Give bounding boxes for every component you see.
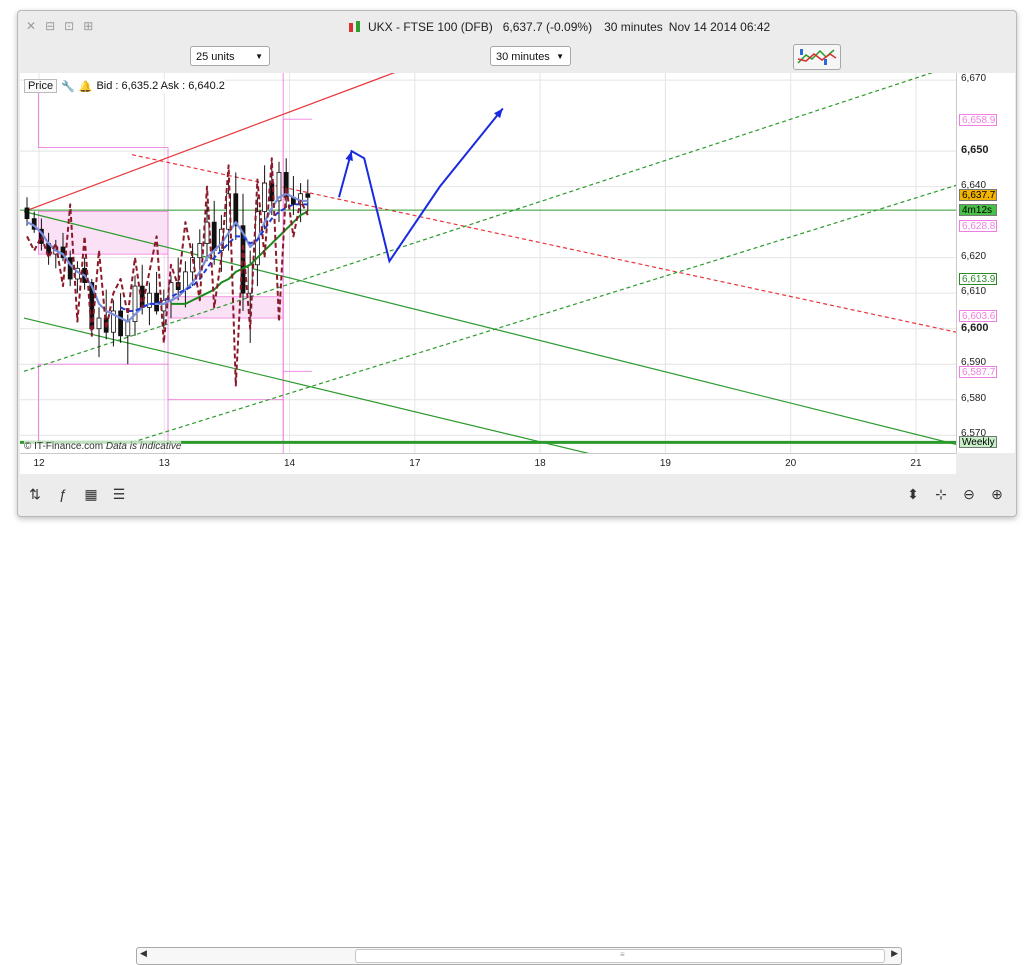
x-tick-label: 17 (409, 458, 421, 469)
chevron-down-icon: ▼ (556, 52, 564, 61)
candle-body (96, 317, 102, 330)
envelope-lower (37, 363, 312, 443)
time-scrollbar[interactable]: ◀ ≡ ▶ (136, 947, 902, 965)
zoom-fit-icon[interactable]: ⊹ (932, 485, 950, 503)
candle-body (197, 243, 203, 259)
bell-icon[interactable]: 🔔 (79, 80, 93, 93)
chevron-down-icon: ▼ (255, 52, 263, 61)
y-tick-label: 6,620 (961, 250, 987, 262)
units-select-value: 25 units (196, 51, 235, 63)
interval-select-value: 30 minutes (496, 51, 550, 63)
price-label[interactable]: Price (24, 79, 58, 93)
autoscale-icon[interactable]: ⬍ (904, 485, 922, 503)
y-tick-label: 6,650 (961, 144, 989, 157)
price-tag: 6,628.8 (959, 220, 997, 233)
y-tick-label: 6,610 (961, 286, 987, 298)
wrench-icon[interactable]: 🔧 (61, 80, 75, 93)
instrument-name: UKX - FTSE 100 (DFB) (368, 20, 493, 34)
detach-icon[interactable]: ⊞ (83, 19, 93, 33)
title-bar: ✕ ⊟ ⊡ ⊞ UKX - FTSE 100 (DFB) 6,637.7 (-0… (18, 11, 1016, 43)
chart-type-icon (797, 49, 837, 65)
candle-body (118, 310, 123, 337)
indicator-icon[interactable]: ƒ (54, 485, 72, 503)
price-tag: 4m12s (959, 204, 997, 217)
y-tick-label: 6,670 (961, 73, 987, 85)
price-info-bar: Price 🔧 🔔 Bid : 6,635.2 Ask : 6,640.2 (24, 79, 225, 93)
price-tag: Weekly (959, 436, 997, 449)
x-tick-label: 14 (283, 458, 296, 469)
current-price: 6,637.7 (-0.09%) (502, 20, 593, 34)
x-tick-label: 13 (158, 458, 170, 469)
forecast-path (338, 107, 504, 264)
candle-body (24, 207, 30, 220)
data-credit: © IT-Finance.com Data is indicative (24, 441, 182, 452)
price-chart[interactable] (20, 0, 970, 537)
candle-body (262, 182, 268, 212)
price-tag: 6,603.6 (959, 309, 997, 322)
orderbook-icon[interactable]: ☰ (110, 485, 128, 503)
price-tag: 6,587.7 (959, 366, 997, 379)
x-tick-label: 18 (534, 458, 546, 469)
zoom-out-icon[interactable]: ⊖ (960, 485, 978, 503)
candle-body (233, 193, 239, 227)
candlestick-icon (348, 20, 362, 34)
zoom-in-icon[interactable]: ⊕ (988, 485, 1006, 503)
interval-label: 30 minutes (604, 20, 663, 34)
trendline (23, 317, 932, 537)
candle-body (125, 321, 131, 337)
scroll-right-icon[interactable]: ▶ (891, 948, 898, 959)
minimize-icon[interactable]: ⊟ (45, 19, 55, 33)
restore-icon[interactable]: ⊡ (64, 19, 74, 33)
price-axis[interactable]: 6,670 6,650 6,640 6,620 6,610 6,600 6,590 6,580… (956, 73, 1015, 453)
x-tick-label: 21 (910, 458, 922, 469)
price-tag: 6,613.9 (959, 273, 997, 286)
bottom-toolbar: ⇅ ƒ ▦ ☰ ◀ ≡ ▶ ⬍ ⊹ ⊖ ⊕ (18, 477, 1016, 965)
chart-type-button[interactable] (793, 44, 841, 70)
chart-plot-area[interactable]: Price 🔧 🔔 Bid : 6,635.2 Ask : 6,640.2 © … (20, 0, 970, 537)
candle-body (211, 221, 217, 251)
x-tick-label: 12 (33, 458, 45, 469)
scroll-left-icon[interactable]: ◀ (140, 948, 147, 959)
price-tag: 6,658.9 (959, 113, 997, 126)
credit-source: © IT-Finance.com (24, 441, 104, 452)
window-controls: ✕ ⊟ ⊡ ⊞ (26, 19, 93, 33)
y-tick-label: 6,600 (961, 321, 989, 334)
screenshot-icon[interactable]: ▦ (82, 485, 100, 503)
credit-note: Data is indicative (105, 441, 182, 452)
chart-window: ✕ ⊟ ⊡ ⊞ UKX - FTSE 100 (DFB) 6,637.7 (-0… (17, 0, 1017, 965)
scrollbar-thumb[interactable]: ≡ (355, 949, 885, 963)
interval-select[interactable]: 30 minutes ▼ (490, 46, 571, 66)
datetime-label: Nov 14 2014 06:42 (668, 20, 771, 34)
units-select[interactable]: 25 units ▼ (190, 46, 270, 66)
x-tick-label: 20 (785, 458, 797, 469)
window-title: UKX - FTSE 100 (DFB) 6,637.7 (-0.09%) 30… (348, 20, 770, 34)
trade-icon[interactable]: ⇅ (26, 485, 44, 503)
x-tick-label: 19 (659, 458, 671, 469)
y-tick-label: 6,580 (961, 392, 987, 404)
price-tag: 6,637.7 (959, 188, 997, 201)
trendline (23, 0, 590, 213)
bid-ask-label: Bid : 6,635.2 Ask : 6,640.2 (96, 80, 225, 92)
candle-body (305, 193, 311, 198)
time-axis[interactable]: 12 13 14 17 18 19 20 21 (20, 453, 956, 474)
close-icon[interactable]: ✕ (26, 19, 36, 33)
